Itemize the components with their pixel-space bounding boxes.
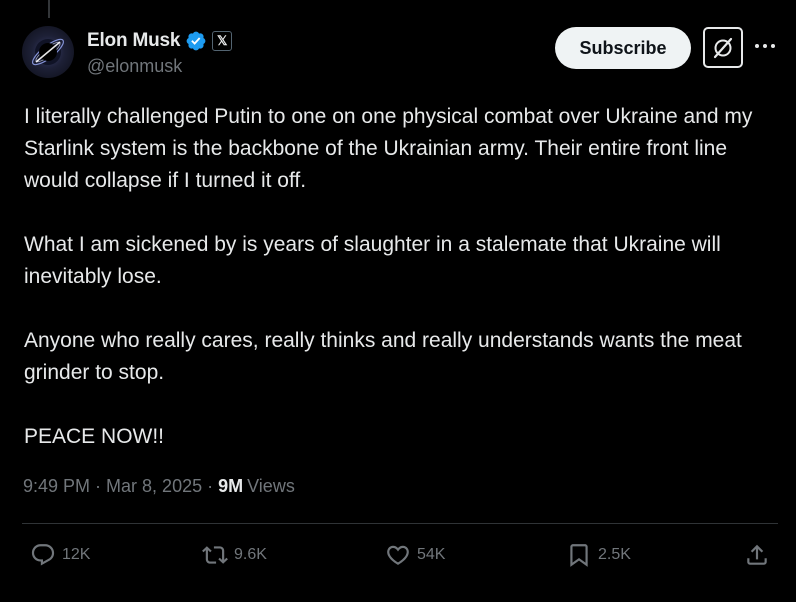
tweet-time[interactable]: 9:49 PM <box>23 476 90 497</box>
meta-separator: · <box>207 476 214 496</box>
repost-button[interactable]: 9.6K <box>202 538 267 572</box>
tweet-paragraph: What I am sickened by is years of slaugh… <box>24 233 721 288</box>
divider <box>22 523 778 524</box>
tweet-metadata: 9:49 PM · Mar 8, 2025 · 9M Views <box>23 476 295 497</box>
views-label[interactable]: Views <box>247 476 295 497</box>
heart-icon <box>387 545 409 565</box>
author-handle[interactable]: @elonmusk <box>87 56 182 77</box>
avatar[interactable] <box>22 26 74 78</box>
verified-badge-icon[interactable] <box>185 30 207 52</box>
repost-count: 9.6K <box>234 546 267 563</box>
tweet-header: Elon Musk 𝕏 @elonmusk Subscribe <box>22 24 778 80</box>
bookmark-count: 2.5K <box>598 546 631 563</box>
grok-icon[interactable] <box>703 27 743 68</box>
thread-connector-line <box>48 0 50 18</box>
author-name-row: Elon Musk 𝕏 <box>87 29 233 53</box>
tweet-paragraph: Anyone who really cares, really thinks a… <box>24 329 742 384</box>
like-button[interactable]: 54K <box>385 538 445 572</box>
reply-icon <box>31 544 55 566</box>
tweet-text: I literally challenged Putin to one on o… <box>24 101 774 453</box>
bookmark-icon <box>570 544 588 567</box>
bookmark-button[interactable]: 2.5K <box>566 538 631 572</box>
views-count[interactable]: 9M <box>218 476 243 497</box>
like-count: 54K <box>417 546 446 563</box>
repost-icon <box>202 546 228 564</box>
more-options-icon[interactable] <box>752 36 778 56</box>
reply-button[interactable]: 12K <box>30 538 90 572</box>
tweet-paragraph: I literally challenged Putin to one on o… <box>24 105 753 192</box>
subscribe-button[interactable]: Subscribe <box>555 27 691 69</box>
author-display-name[interactable]: Elon Musk <box>87 30 180 52</box>
affiliation-badge-icon[interactable]: 𝕏 <box>212 31 233 51</box>
share-icon <box>747 544 767 565</box>
tweet-date[interactable]: Mar 8, 2025 <box>106 476 202 497</box>
reply-count: 12K <box>62 546 91 563</box>
tweet-paragraph: PEACE NOW!! <box>24 425 165 448</box>
share-button[interactable] <box>744 538 770 572</box>
avatar-image <box>31 38 65 66</box>
meta-separator: · <box>95 476 102 496</box>
tweet-action-bar: 12K 9.6K 54K 2.5K <box>22 538 778 572</box>
